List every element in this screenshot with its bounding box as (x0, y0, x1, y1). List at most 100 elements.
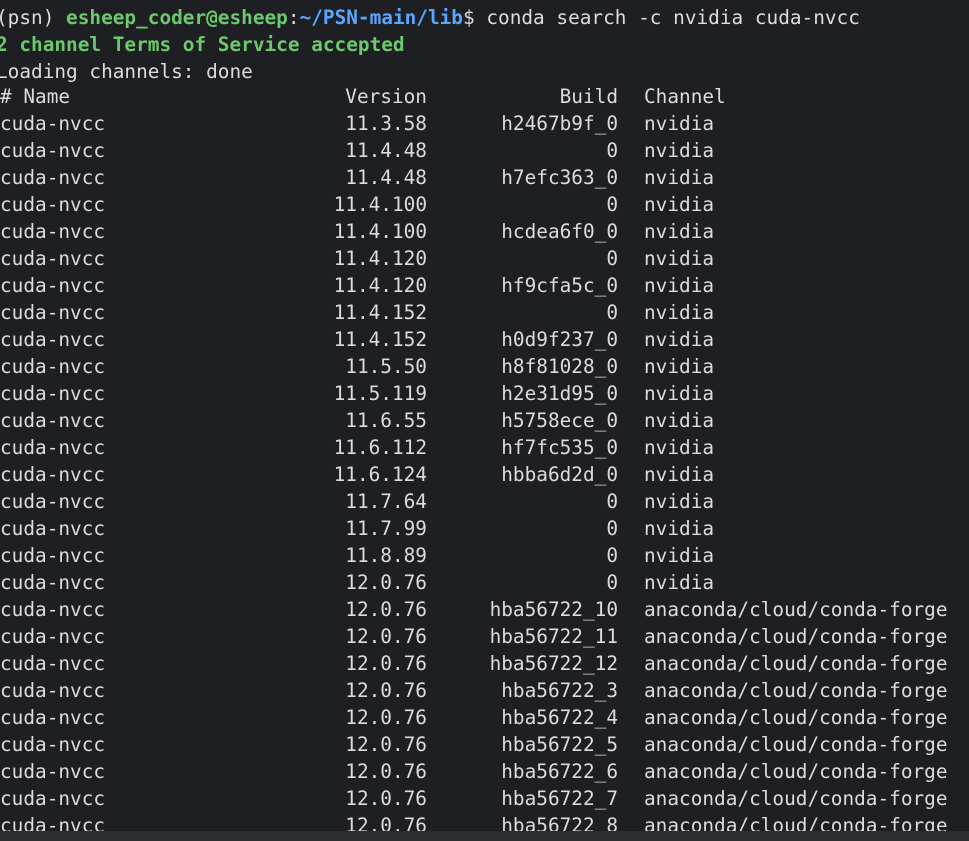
command-prompt-line: (psn) esheep_coder@esheep:~/PSN-main/lib… (0, 4, 969, 31)
cell-channel: nvidia (644, 139, 715, 162)
cell-build: hba56722_6 (501, 760, 618, 783)
cell-channel: nvidia (644, 112, 715, 135)
table-row: cuda-nvcc 11.5.50 h8f81028_0 nvidia (0, 355, 969, 382)
cell-version: 11.4.48 (345, 139, 427, 162)
cell-channel: nvidia (644, 517, 715, 540)
table-row: cuda-nvcc 12.0.76 0 nvidia (0, 571, 969, 598)
cell-build: h8f81028_0 (501, 355, 618, 378)
cell-build: hcdea6f0_0 (501, 220, 618, 243)
loading-message: Loading channels: done (0, 60, 253, 83)
cell-version: 11.7.99 (345, 517, 427, 540)
working-directory: ~/PSN-main/lib (299, 6, 463, 29)
cell-build: 0 (606, 490, 618, 513)
cell-name: cuda-nvcc (0, 706, 106, 729)
header-version: Version (345, 85, 427, 108)
cell-name: cuda-nvcc (0, 517, 106, 540)
table-row: cuda-nvcc 12.0.76 hba56722_7 anaconda/cloud… (0, 787, 969, 814)
cell-channel: nvidia (644, 328, 715, 351)
cell-build: hba56722_12 (489, 652, 618, 675)
cell-name: cuda-nvcc (0, 544, 106, 567)
cell-channel: anaconda/cloud/conda-forge (644, 652, 948, 675)
cell-build: 0 (606, 544, 618, 567)
table-row: cuda-nvcc 12.0.76 hba56722_4 anaconda/cloud… (0, 706, 969, 733)
cell-name: cuda-nvcc (0, 166, 106, 189)
table-row: cuda-nvcc 12.0.76 hba56722_5 anaconda/cloud… (0, 733, 969, 760)
cell-name: cuda-nvcc (0, 409, 106, 432)
cell-version: 12.0.76 (345, 652, 427, 675)
table-row: cuda-nvcc 11.5.119 h2e31d95_0 nvidia (0, 382, 969, 409)
cell-build: hba56722_3 (501, 679, 618, 702)
cell-build: hf7fc535_0 (501, 436, 618, 459)
cell-version: 12.0.76 (345, 787, 427, 810)
cell-channel: nvidia (644, 571, 715, 594)
cell-version: 12.0.76 (345, 733, 427, 756)
cell-name: cuda-nvcc (0, 490, 106, 513)
cell-name: cuda-nvcc (0, 247, 106, 270)
cell-channel: nvidia (644, 490, 715, 513)
cell-version: 12.0.76 (345, 760, 427, 783)
cell-version: 11.4.100 (333, 220, 427, 243)
cell-name: cuda-nvcc (0, 112, 106, 135)
cell-version: 11.4.120 (333, 247, 427, 270)
cell-version: 11.5.119 (333, 382, 427, 405)
cell-version: 11.6.112 (333, 436, 427, 459)
cell-channel: nvidia (644, 544, 715, 567)
table-row: cuda-nvcc 12.0.76 hba56722_11 anaconda/clou… (0, 625, 969, 652)
cell-channel: anaconda/cloud/conda-forge (644, 598, 948, 621)
table-row: cuda-nvcc 11.4.48 h7efc363_0 nvidia (0, 166, 969, 193)
cell-build: h7efc363_0 (501, 166, 618, 189)
cell-channel: anaconda/cloud/conda-forge (644, 733, 948, 756)
user-host: esheep_coder@esheep (66, 6, 288, 29)
cell-build: hba56722_5 (501, 733, 618, 756)
cell-name: cuda-nvcc (0, 625, 106, 648)
cell-version: 11.5.50 (345, 355, 427, 378)
cell-name: cuda-nvcc (0, 436, 106, 459)
table-row: cuda-nvcc 11.3.58 h2467b9f_0 nvidia (0, 112, 969, 139)
cell-build: 0 (606, 247, 618, 270)
cell-name: cuda-nvcc (0, 220, 106, 243)
cell-channel: nvidia (644, 436, 715, 459)
cell-name: cuda-nvcc (0, 652, 106, 675)
cell-name: cuda-nvcc (0, 193, 106, 216)
cell-build: h2e31d95_0 (501, 382, 618, 405)
cell-name: cuda-nvcc (0, 787, 106, 810)
cell-version: 12.0.76 (345, 598, 427, 621)
cell-version: 12.0.76 (345, 625, 427, 648)
cell-version: 11.7.64 (345, 490, 427, 513)
table-row: cuda-nvcc 11.7.64 0 nvidia (0, 490, 969, 517)
cell-build: h5758ece_0 (501, 409, 618, 432)
cell-build: 0 (606, 571, 618, 594)
table-row: cuda-nvcc 11.8.89 0 nvidia (0, 544, 969, 571)
cell-name: cuda-nvcc (0, 301, 106, 324)
cell-channel: anaconda/cloud/conda-forge (644, 760, 948, 783)
conda-env-label: (psn) (0, 6, 67, 29)
table-row: cuda-nvcc 11.4.100 0 nvidia (0, 193, 969, 220)
cell-channel: nvidia (644, 355, 715, 378)
table-row: cuda-nvcc 12.0.76 hba56722_10 anaconda/clou… (0, 598, 969, 625)
cell-version: 11.4.120 (333, 274, 427, 297)
cell-channel: nvidia (644, 382, 715, 405)
cell-build: hba56722_4 (501, 706, 618, 729)
cell-version: 11.6.55 (345, 409, 427, 432)
cell-channel: anaconda/cloud/conda-forge (644, 625, 948, 648)
prompt-separator: : (287, 6, 300, 29)
terminal-window[interactable]: (psn) esheep_coder@esheep:~/PSN-main/lib… (0, 0, 969, 841)
cell-channel: nvidia (644, 193, 715, 216)
cell-version: 12.0.76 (345, 679, 427, 702)
cell-build: hba56722_10 (489, 598, 618, 621)
cell-channel: nvidia (644, 274, 715, 297)
cell-build: h2467b9f_0 (501, 112, 618, 135)
cell-channel: nvidia (644, 301, 715, 324)
tos-message: 2 channel Terms of Service accepted (0, 33, 405, 56)
cell-build: 0 (606, 301, 618, 324)
results-table: # Name Version Build Channel cuda-nvcc 11… (0, 85, 969, 841)
table-row: cuda-nvcc 11.6.124 hbba6d2d_0 nvidia (0, 463, 969, 490)
cell-name: cuda-nvcc (0, 760, 106, 783)
table-row: cuda-nvcc 12.0.76 hba56722_12 anaconda/clou… (0, 652, 969, 679)
table-row: cuda-nvcc 11.4.100 hcdea6f0_0 nvidia (0, 220, 969, 247)
table-row: cuda-nvcc 11.6.55 h5758ece_0 nvidia (0, 409, 969, 436)
table-row: cuda-nvcc 12.0.76 hba56722_6 anaconda/cloud… (0, 760, 969, 787)
cell-channel: nvidia (644, 166, 715, 189)
table-row: cuda-nvcc 11.4.120 0 nvidia (0, 247, 969, 274)
cell-name: cuda-nvcc (0, 355, 106, 378)
